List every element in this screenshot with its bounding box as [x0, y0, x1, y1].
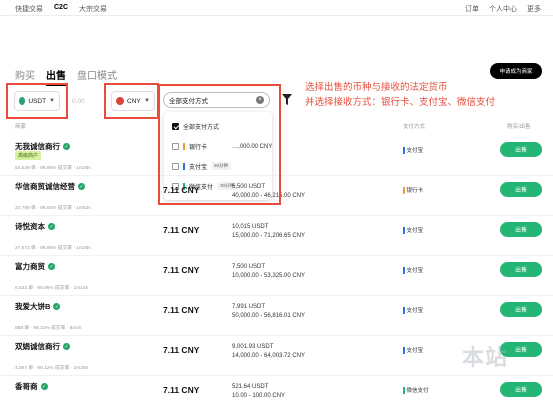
table-row: 富力商贸 ✓ 6,533 单 · 99.96% 成交率 · 1m14s 7.11 CN… — [0, 256, 553, 296]
payment-color-bar-icon — [403, 266, 405, 274]
sell-button[interactable]: 出售 — [500, 262, 542, 277]
verified-icon: ✓ — [48, 223, 55, 230]
payment-method: 支付宝 — [403, 306, 423, 314]
merchant-name[interactable]: 诗悦资本 ✓ — [15, 221, 55, 232]
payment-method-text: 支付宝 — [406, 348, 424, 354]
payment-method-text: 支付宝 — [406, 148, 424, 154]
verified-icon: ✓ — [40, 383, 48, 390]
merchant-name-text: 富力商贸 — [15, 262, 45, 271]
verified-icon: ✓ — [63, 143, 70, 150]
nav-profile[interactable]: 个人中心 — [489, 4, 517, 14]
payment-method-text: 支付宝 — [406, 268, 424, 274]
sell-button[interactable]: 出售 — [500, 142, 542, 157]
available-limit: 10,015 USDT 15,000.00 - 71,206.65 CNY — [232, 223, 305, 241]
price: 7.11 CNY — [163, 385, 200, 395]
merchant-name-text: 我爱大饼B — [15, 302, 51, 311]
available-limit: 7,500 USDT 10,000.00 - 53,325.00 CNY — [232, 263, 305, 281]
limit-range: 15,000.00 - 71,206.65 CNY — [232, 233, 306, 239]
highlight-payment-box — [158, 84, 281, 205]
nav-orders[interactable]: 订单 — [465, 4, 479, 14]
payment-color-bar-icon — [403, 346, 405, 354]
watermark: 本站 — [462, 345, 509, 370]
funnel-filter-icon[interactable] — [282, 94, 292, 106]
verified-icon: ✓ — [78, 183, 85, 190]
col-merchant: 商家 — [15, 124, 27, 130]
annotation-line-2: 并选择接收方式：银行卡、支付宝、微信支付 — [305, 97, 496, 108]
highlight-coin-box — [6, 83, 68, 119]
merchant-stats: 888 单 · 98.31% 成交率 · 8m4s — [15, 326, 82, 331]
limit-range: 14,000.00 - 64,003.72 CNY — [232, 353, 306, 359]
apply-merchant-button[interactable]: 申请成为商家 — [490, 63, 542, 79]
limit-range: 10,000.00 - 53,325.00 CNY — [232, 273, 306, 279]
payment-color-bar-icon — [403, 386, 405, 394]
merchant-stats: 4,067 单 · 99.12% 成交率 · 2m26s — [15, 366, 89, 371]
payment-method-text: 支付宝 — [406, 308, 424, 314]
amount-placeholder: 0.00 — [72, 97, 85, 105]
nav-quick-trade[interactable]: 快捷交易 — [15, 4, 43, 14]
sell-button[interactable]: 出售 — [500, 382, 542, 397]
available-limit: 7,991 USDT 50,000.00 - 56,816.01 CNY — [232, 303, 305, 321]
table-row: 诗悦资本 ✓ 27,672 单 · 99.98% 成交率 · 1m26s 7.11 C… — [0, 216, 553, 256]
sell-button[interactable]: 出售 — [500, 182, 542, 197]
price: 7.11 CNY — [163, 305, 200, 315]
payment-color-bar-icon — [403, 226, 405, 234]
nav-block-trade[interactable]: 大宗交易 — [79, 4, 107, 14]
merchant-name[interactable]: 富力商贸 ✓ — [15, 261, 55, 272]
col-action: 购买/出售 — [507, 124, 531, 130]
merchant-name[interactable]: 双娟诚信商行 ✓ — [15, 341, 70, 352]
price: 7.11 CNY — [163, 345, 200, 355]
payment-method-text: 微信支付 — [406, 388, 429, 394]
merchant-name-text: 诗悦资本 — [15, 222, 45, 231]
available-amount: 521.64 USDT — [232, 384, 269, 390]
top-nav: 快捷交易 C2C 大宗交易 订单 个人中心 更多 — [0, 0, 553, 16]
payment-method-text: 银行卡 — [406, 188, 424, 194]
table-row: 我爱大饼B ✓ 888 单 · 98.31% 成交率 · 8m4s 7.11 CNY 7… — [0, 296, 553, 336]
sell-button[interactable]: 出售 — [500, 302, 542, 317]
annotation-text: 选择出售的币种与接收的法定货币 并选择接收方式：银行卡、支付宝、微信支付 — [305, 80, 495, 110]
merchant-stats: 6,533 单 · 99.96% 成交率 · 1m14s — [15, 286, 89, 291]
payment-color-bar-icon — [403, 146, 405, 154]
col-payment: 支付方式 — [403, 124, 426, 130]
payment-method: 支付宝 — [403, 346, 423, 354]
nav-c2c[interactable]: C2C — [54, 4, 68, 14]
payment-color-bar-icon — [403, 186, 405, 194]
amount-input[interactable]: 0.00 — [66, 91, 100, 111]
available-limit: 9,001.93 USDT 14,000.00 - 64,003.72 CNY — [232, 343, 305, 361]
payment-method: 支付宝 — [403, 146, 423, 154]
payment-method: 银行卡 — [403, 186, 423, 194]
payment-method: 支付宝 — [403, 266, 423, 274]
price: 7.11 CNY — [163, 265, 200, 275]
verified-icon: ✓ — [53, 303, 61, 310]
available-amount: 7,500 USDT — [232, 264, 266, 270]
payment-method: 支付宝 — [403, 226, 423, 234]
nav-more[interactable]: 更多 — [527, 4, 541, 14]
verified-icon: ✓ — [63, 343, 70, 350]
available-amount: 9,001.93 USDT — [232, 344, 274, 350]
highlight-fiat-box — [104, 83, 159, 119]
payment-method-text: 支付宝 — [406, 228, 424, 234]
merchant-stats: 54,539 单 · 99.98% 成交率 · 1m26s — [15, 166, 91, 171]
merchant-badge: 高级商户 — [15, 151, 42, 160]
available-limit: 521.64 USDT 10.00 - 100.00 CNY — [232, 383, 285, 400]
verified-icon: ✓ — [48, 263, 55, 270]
available-amount: 10,015 USDT — [232, 224, 269, 230]
sell-button[interactable]: 出售 — [500, 222, 542, 237]
merchant-name-text: 香哥商 — [15, 382, 38, 391]
annotation-line-1: 选择出售的币种与接收的法定货币 — [305, 82, 448, 93]
available-amount: 7,991 USDT — [232, 304, 266, 310]
merchant-stats: 22,799 单 · 99.93% 成交率 · 1m52s — [15, 206, 91, 211]
limit-range: 10.00 - 100.00 CNY — [232, 393, 286, 399]
merchant-name[interactable]: 我爱大饼B ✓ — [15, 301, 61, 312]
payment-color-bar-icon — [403, 306, 405, 314]
merchant-name-text: 华信商贸诚信经营 — [15, 182, 75, 191]
table-row: 香哥商✓1,637 单 · 99.99% 成交率 · 1m44s7.11 CNY… — [0, 376, 553, 400]
price: 7.11 CNY — [163, 225, 200, 235]
merchant-name-text: 双娟诚信商行 — [15, 342, 60, 351]
merchant-name[interactable]: 香哥商 ✓ — [15, 381, 48, 392]
limit-range: 50,000.00 - 56,816.01 CNY — [232, 313, 306, 319]
payment-method: 微信支付 — [403, 386, 429, 394]
merchant-stats: 27,672 单 · 99.98% 成交率 · 1m26s — [15, 246, 91, 251]
merchant-name[interactable]: 华信商贸诚信经营 ✓ — [15, 181, 85, 192]
